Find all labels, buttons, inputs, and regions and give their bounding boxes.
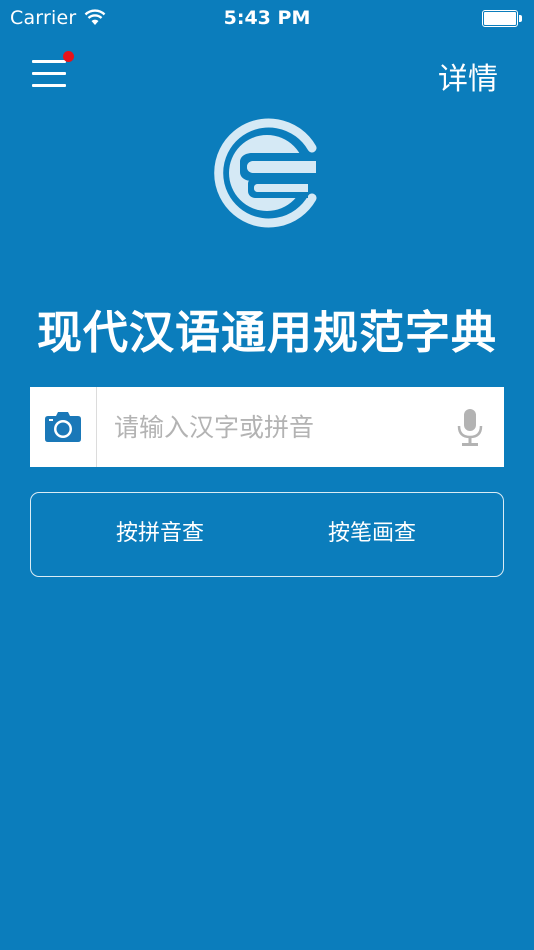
microphone-icon <box>457 409 483 446</box>
search-bar <box>30 387 504 467</box>
clock: 5:43 PM <box>223 7 311 29</box>
status-bar: Carrier 5:43 PM <box>0 0 534 38</box>
camera-icon <box>45 412 81 442</box>
search-input[interactable] <box>114 407 434 447</box>
lookup-by-strokes-button[interactable]: 按笔画查 <box>267 493 477 575</box>
app-title: 现代汉语通用规范字典 <box>36 306 497 359</box>
book-logo-icon <box>212 118 322 228</box>
lookup-by-pinyin-button[interactable]: 按拼音查 <box>55 493 265 575</box>
battery-icon <box>482 10 522 27</box>
app-screen: Carrier 5:43 PM 详情 现代汉语通用规范字典 请输入汉字或拼音 按… <box>0 0 534 950</box>
notification-dot <box>63 51 74 62</box>
details-button[interactable]: 详情 <box>438 54 498 98</box>
mic-button[interactable] <box>456 409 484 447</box>
lookup-options-panel: 按拼音查 按笔画查 <box>30 492 504 577</box>
search-divider <box>96 387 97 467</box>
camera-button[interactable] <box>30 387 96 467</box>
menu-button[interactable] <box>30 51 74 94</box>
